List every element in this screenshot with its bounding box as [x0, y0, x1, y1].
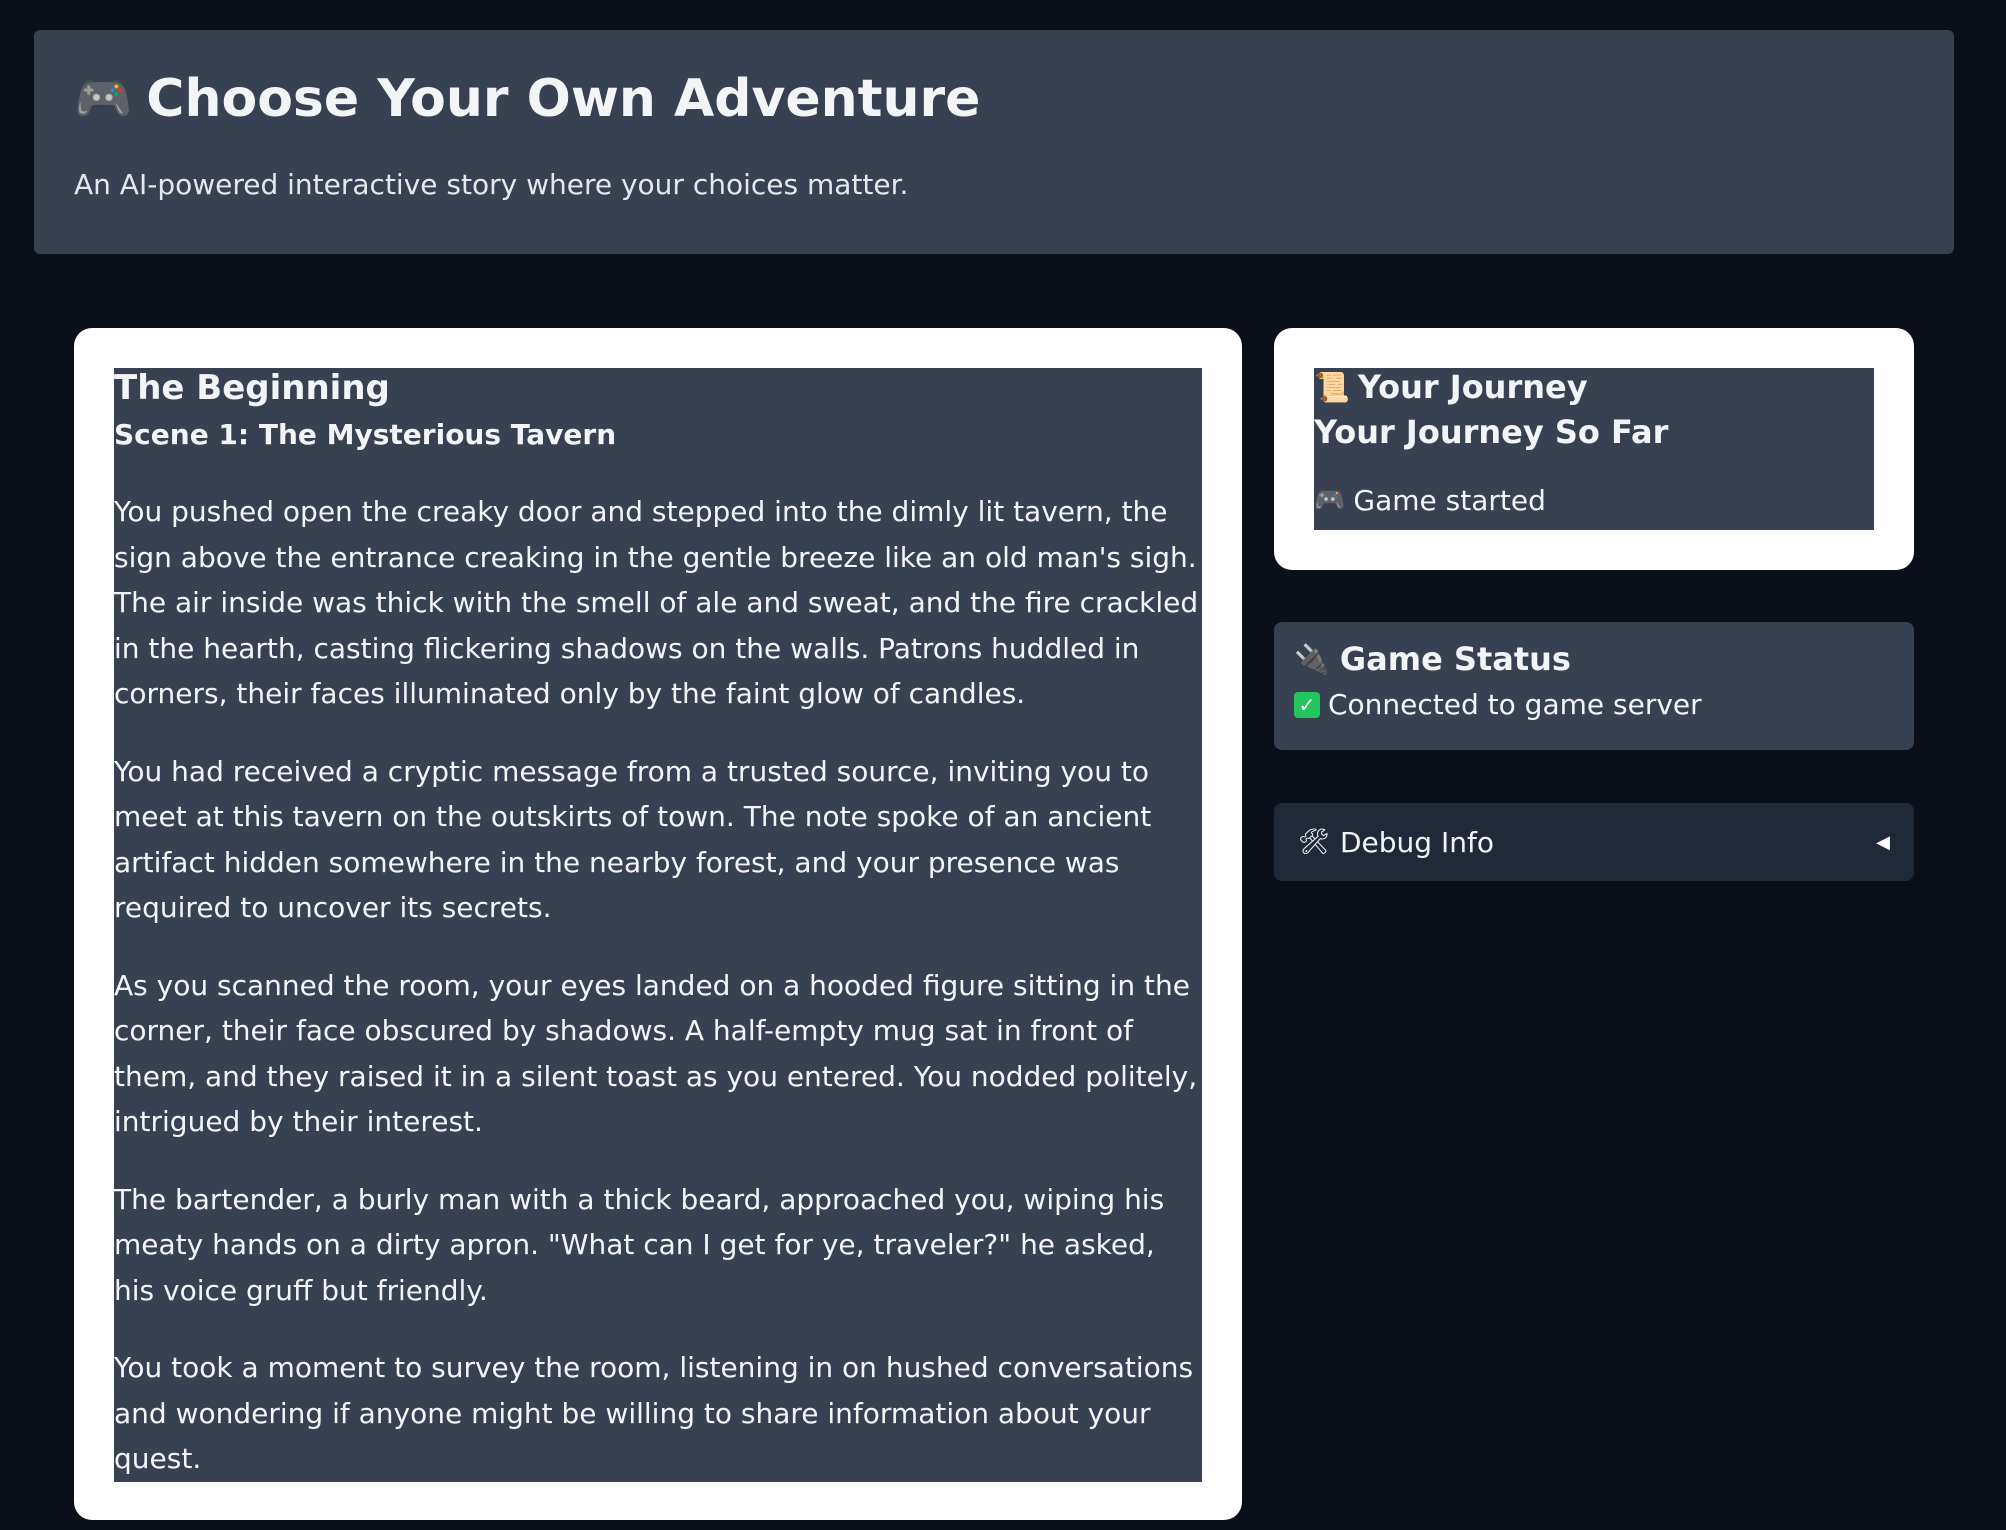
journey-event-text: Game started: [1353, 483, 1546, 517]
game-controller-icon: 🎮: [1314, 485, 1346, 515]
story-title: The Beginning: [114, 368, 390, 408]
story-paragraph: As you scanned the room, your eyes lande…: [114, 968, 1198, 1139]
story-paragraph: The bartender, a burly man with a thick …: [114, 1182, 1165, 1307]
story-paragraph: You took a moment to survey the room, li…: [114, 1351, 1194, 1476]
journey-panel: 📜 Your Journey Your Journey So Far 🎮 Gam…: [1274, 328, 1914, 570]
story-paragraph: You pushed open the creaky door and step…: [114, 495, 1199, 711]
page-title: 🎮 Choose Your Own Adventure: [74, 68, 1914, 130]
connection-status-text: Connected to game server: [1328, 688, 1702, 721]
journey-event: 🎮 Game started: [1314, 484, 1874, 517]
story-content: The Beginning Scene 1: The Mysterious Ta…: [114, 368, 1202, 1482]
game-status-title-text: Game Status: [1339, 640, 1571, 678]
page-title-text: Choose Your Own Adventure: [146, 69, 981, 129]
game-status-title: 🔌 Game Status: [1294, 640, 1894, 678]
story-panel: The Beginning Scene 1: The Mysterious Ta…: [74, 328, 1242, 1520]
connection-status: ✓ Connected to game server: [1294, 688, 1894, 721]
journey-title-text: Your Journey: [1357, 368, 1588, 406]
scene-title: Scene 1: The Mysterious Tavern: [114, 417, 617, 451]
debug-info-label: 🛠 Debug Info: [1298, 826, 1494, 859]
journey-title: 📜 Your Journey: [1314, 368, 1874, 406]
journey-subtitle: Your Journey So Far: [1314, 413, 1669, 452]
game-status-panel: 🔌 Game Status ✓ Connected to game server: [1274, 622, 1914, 750]
plug-icon: 🔌: [1294, 641, 1330, 676]
story-paragraph: You had received a cryptic message from …: [114, 754, 1152, 925]
scroll-icon: 📜: [1314, 369, 1350, 404]
page-subtitle: An AI-powered interactive story where yo…: [74, 168, 909, 202]
debug-info-toggle[interactable]: 🛠 Debug Info ◀: [1274, 803, 1914, 881]
check-icon: ✓: [1294, 691, 1320, 718]
tools-icon: 🛠: [1298, 827, 1330, 856]
app-header: 🎮 Choose Your Own Adventure An AI-powere…: [34, 30, 1954, 254]
debug-info-text: Debug Info: [1339, 825, 1494, 859]
game-controller-icon: 🎮: [74, 72, 133, 127]
caret-left-icon: ◀: [1876, 831, 1890, 853]
journey-content: 📜 Your Journey Your Journey So Far 🎮 Gam…: [1314, 368, 1874, 530]
